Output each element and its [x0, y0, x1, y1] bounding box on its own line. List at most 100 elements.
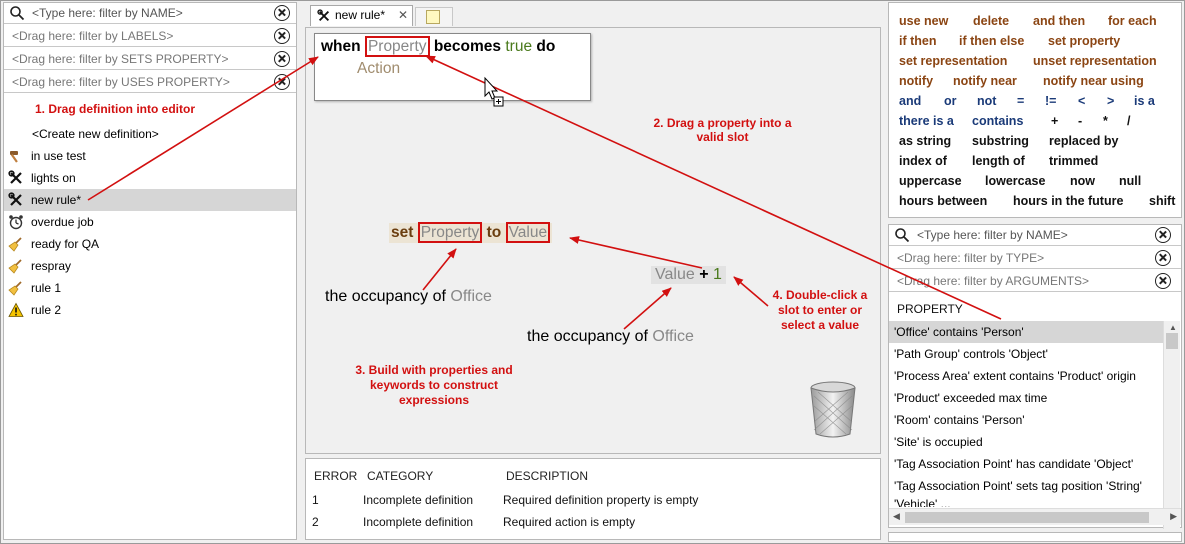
value-plus-expression[interactable]: Value + 1 [651, 266, 726, 284]
keyword-lowercase[interactable]: lowercase [985, 174, 1045, 188]
type-filter-row[interactable]: <Drag here: filter by TYPE> [889, 248, 1181, 269]
set-property-slot[interactable]: Property [417, 222, 483, 243]
scroll-up-arrow-icon[interactable]: ▲ [1169, 323, 1177, 332]
sets-property-filter-dropzone[interactable]: <Drag here: filter by SETS PROPERTY> [12, 52, 229, 66]
error-column-header[interactable]: ERROR [314, 469, 357, 483]
keyword-and[interactable]: and [899, 94, 921, 108]
type-filter-dropzone[interactable]: <Drag here: filter by TYPE> [897, 251, 1044, 265]
keyword-unset-representation[interactable]: unset representation [1033, 54, 1157, 68]
keyword-less-than[interactable]: < [1078, 94, 1085, 108]
property-name-filter-row[interactable]: <Type here: filter by NAME> [889, 225, 1181, 246]
keyword-as-string[interactable]: as string [899, 134, 951, 148]
keyword-notify[interactable]: notify [899, 74, 933, 88]
property-item[interactable]: 'Process Area' extent contains 'Product'… [889, 365, 1163, 387]
property-item[interactable]: 'Vehicle' ... [889, 497, 1163, 507]
scrollbar-thumb[interactable] [1166, 333, 1178, 349]
keyword-or[interactable]: or [944, 94, 957, 108]
keyword-substring[interactable]: substring [972, 134, 1029, 148]
definition-item-respray[interactable]: respray [4, 255, 296, 277]
occupancy-fragment-1[interactable]: the occupancy of Office [325, 288, 492, 306]
keyword-for-each[interactable]: for each [1108, 14, 1157, 28]
definition-item-overdue-job[interactable]: overdue job [4, 211, 296, 233]
uses-property-filter-row[interactable]: <Drag here: filter by USES PROPERTY> [4, 72, 296, 93]
keyword-notify-near-using[interactable]: notify near using [1043, 74, 1144, 88]
tab-close-icon[interactable]: ✕ [398, 6, 408, 25]
keyword-if-then-else[interactable]: if then else [959, 34, 1024, 48]
property-item[interactable]: 'Tag Association Point' sets tag positio… [889, 475, 1163, 497]
keyword-not[interactable]: not [977, 94, 996, 108]
keyword-null[interactable]: null [1119, 174, 1141, 188]
new-tab-button[interactable] [415, 7, 453, 26]
property-item[interactable]: 'Product' exceeded max time [889, 387, 1163, 409]
arguments-filter-row[interactable]: <Drag here: filter by ARGUMENTS> [889, 271, 1181, 292]
keyword-divide[interactable]: / [1127, 114, 1130, 128]
keyword-not-equals[interactable]: != [1045, 94, 1056, 108]
keyword-now[interactable]: now [1070, 174, 1095, 188]
occupancy-fragment-2[interactable]: the occupancy of Office [527, 328, 694, 346]
keyword-delete[interactable]: delete [973, 14, 1009, 28]
keyword-is-a[interactable]: is a [1134, 94, 1155, 108]
keyword-uppercase[interactable]: uppercase [899, 174, 962, 188]
value-slot[interactable]: Value [655, 266, 695, 283]
definition-item-ready-for-qa[interactable]: ready for QA [4, 233, 296, 255]
number-literal[interactable]: 1 [713, 266, 722, 283]
property-slot[interactable]: Property [364, 36, 430, 57]
description-column-header[interactable]: DESCRIPTION [506, 469, 588, 483]
set-expression[interactable]: set Property to Value [389, 222, 553, 243]
property-item[interactable]: 'Tag Association Point' has candidate 'O… [889, 453, 1163, 475]
labels-filter-row[interactable]: <Drag here: filter by LABELS> [4, 26, 296, 47]
definition-item-lights-on[interactable]: lights on [4, 167, 296, 189]
keyword-plus[interactable]: + [1051, 114, 1058, 128]
keyword-use-new[interactable]: use new [899, 14, 948, 28]
office-slot[interactable]: Office [652, 328, 694, 345]
property-vertical-scrollbar[interactable]: ▲ ▼ [1163, 321, 1180, 529]
keyword-and-then[interactable]: and then [1033, 14, 1085, 28]
keyword-notify-near[interactable]: notify near [953, 74, 1017, 88]
true-keyword[interactable]: true [505, 38, 532, 55]
keyword-length-of[interactable]: length of [972, 154, 1025, 168]
keyword-shift[interactable]: shift [1149, 194, 1175, 208]
tab-new-rule[interactable]: new rule* ✕ [310, 5, 413, 26]
keyword-if-then[interactable]: if then [899, 34, 937, 48]
action-slot[interactable]: Action [357, 60, 400, 78]
property-horizontal-scrollbar[interactable]: ◀ ▶ [889, 508, 1181, 525]
definition-item-rule-2[interactable]: rule 2 [4, 299, 296, 321]
labels-filter-dropzone[interactable]: <Drag here: filter by LABELS> [12, 29, 173, 43]
scrollbar-thumb[interactable] [905, 512, 1149, 523]
property-name-filter-input[interactable]: <Type here: filter by NAME> [917, 228, 1068, 242]
clear-name-filter-icon[interactable] [274, 5, 290, 21]
clear-labels-filter-icon[interactable] [274, 28, 290, 44]
clear-sets-property-filter-icon[interactable] [274, 51, 290, 67]
trash-bin-icon[interactable] [806, 380, 860, 438]
keyword-minus[interactable]: - [1078, 114, 1082, 128]
keyword-equals[interactable]: = [1017, 94, 1024, 108]
category-column-header[interactable]: CATEGORY [367, 469, 433, 483]
keyword-there-is-a[interactable]: there is a [899, 114, 954, 128]
name-filter-row[interactable]: <Type here: filter by NAME> [4, 3, 296, 24]
clear-arguments-filter-icon[interactable] [1155, 273, 1171, 289]
scroll-right-arrow-icon[interactable]: ▶ [1170, 511, 1177, 522]
definition-item-in-use-test[interactable]: in use test [4, 145, 296, 167]
office-slot[interactable]: Office [450, 288, 492, 305]
create-new-definition-item[interactable]: <Create new definition> [4, 123, 296, 145]
property-item[interactable]: 'Room' contains 'Person' [889, 409, 1163, 431]
keyword-multiply[interactable]: * [1103, 114, 1108, 128]
property-column-header[interactable]: PROPERTY [897, 302, 963, 316]
clear-property-name-filter-icon[interactable] [1155, 227, 1171, 243]
uses-property-filter-dropzone[interactable]: <Drag here: filter by USES PROPERTY> [12, 75, 230, 89]
keyword-replaced-by[interactable]: replaced by [1049, 134, 1118, 148]
set-value-slot[interactable]: Value [505, 222, 551, 243]
definition-item-new-rule[interactable]: new rule* [4, 189, 296, 211]
arguments-filter-dropzone[interactable]: <Drag here: filter by ARGUMENTS> [897, 274, 1089, 288]
keyword-index-of[interactable]: index of [899, 154, 947, 168]
keyword-hours-in-the-future[interactable]: hours in the future [1013, 194, 1123, 208]
scroll-left-arrow-icon[interactable]: ◀ [893, 511, 900, 522]
keyword-set-property[interactable]: set property [1048, 34, 1120, 48]
property-item[interactable]: 'Office' contains 'Person' [889, 321, 1163, 343]
name-filter-input[interactable]: <Type here: filter by NAME> [32, 6, 183, 20]
keyword-trimmed[interactable]: trimmed [1049, 154, 1098, 168]
definition-item-rule-1[interactable]: rule 1 [4, 277, 296, 299]
keyword-set-representation[interactable]: set representation [899, 54, 1007, 68]
property-item[interactable]: 'Path Group' controls 'Object' [889, 343, 1163, 365]
clear-uses-property-filter-icon[interactable] [274, 74, 290, 90]
